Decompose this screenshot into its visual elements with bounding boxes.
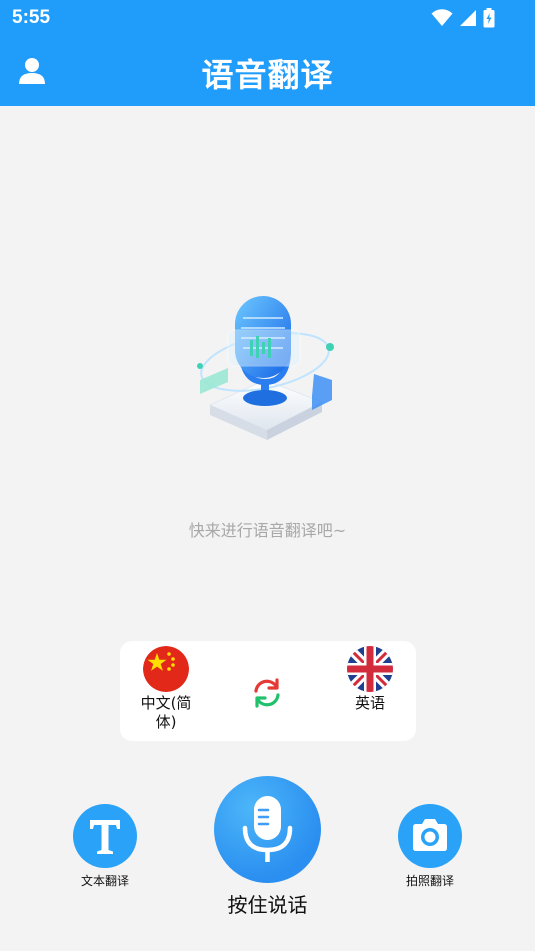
wifi-icon	[431, 9, 453, 26]
top-app-bar: 5:55 语音翻译	[0, 0, 535, 106]
battery-icon	[483, 8, 495, 28]
camera-icon	[413, 819, 447, 851]
photo-translate-button[interactable]	[398, 804, 462, 868]
photo-translate-label: 拍照翻译	[405, 874, 454, 888]
text-translate-button[interactable]	[73, 804, 137, 868]
status-icons	[431, 8, 495, 28]
text-translate-label: 文本翻译	[80, 874, 129, 888]
hint-text: 快来进行语音翻译吧~	[188, 521, 347, 540]
microphone-illustration	[197, 296, 334, 440]
language-selector: 中文(简体) 英语	[120, 641, 416, 741]
microphone-icon	[242, 796, 293, 862]
page-title: 语音翻译	[201, 56, 334, 94]
hold-to-speak-label: 按住说话	[227, 893, 308, 917]
status-time: 5:55	[12, 7, 51, 28]
source-language-label: 中文(简体)	[140, 694, 192, 731]
text-T-icon	[90, 820, 120, 854]
signal-icon	[460, 10, 476, 26]
target-language-label: 英语	[354, 694, 385, 712]
swap-arrows-icon[interactable]	[251, 677, 283, 709]
china-flag-icon	[143, 646, 189, 692]
target-language[interactable]: 英语	[330, 646, 410, 713]
source-language[interactable]: 中文(简体)	[126, 646, 206, 732]
hold-to-speak-button[interactable]	[214, 776, 321, 883]
uk-flag-icon	[347, 646, 393, 692]
